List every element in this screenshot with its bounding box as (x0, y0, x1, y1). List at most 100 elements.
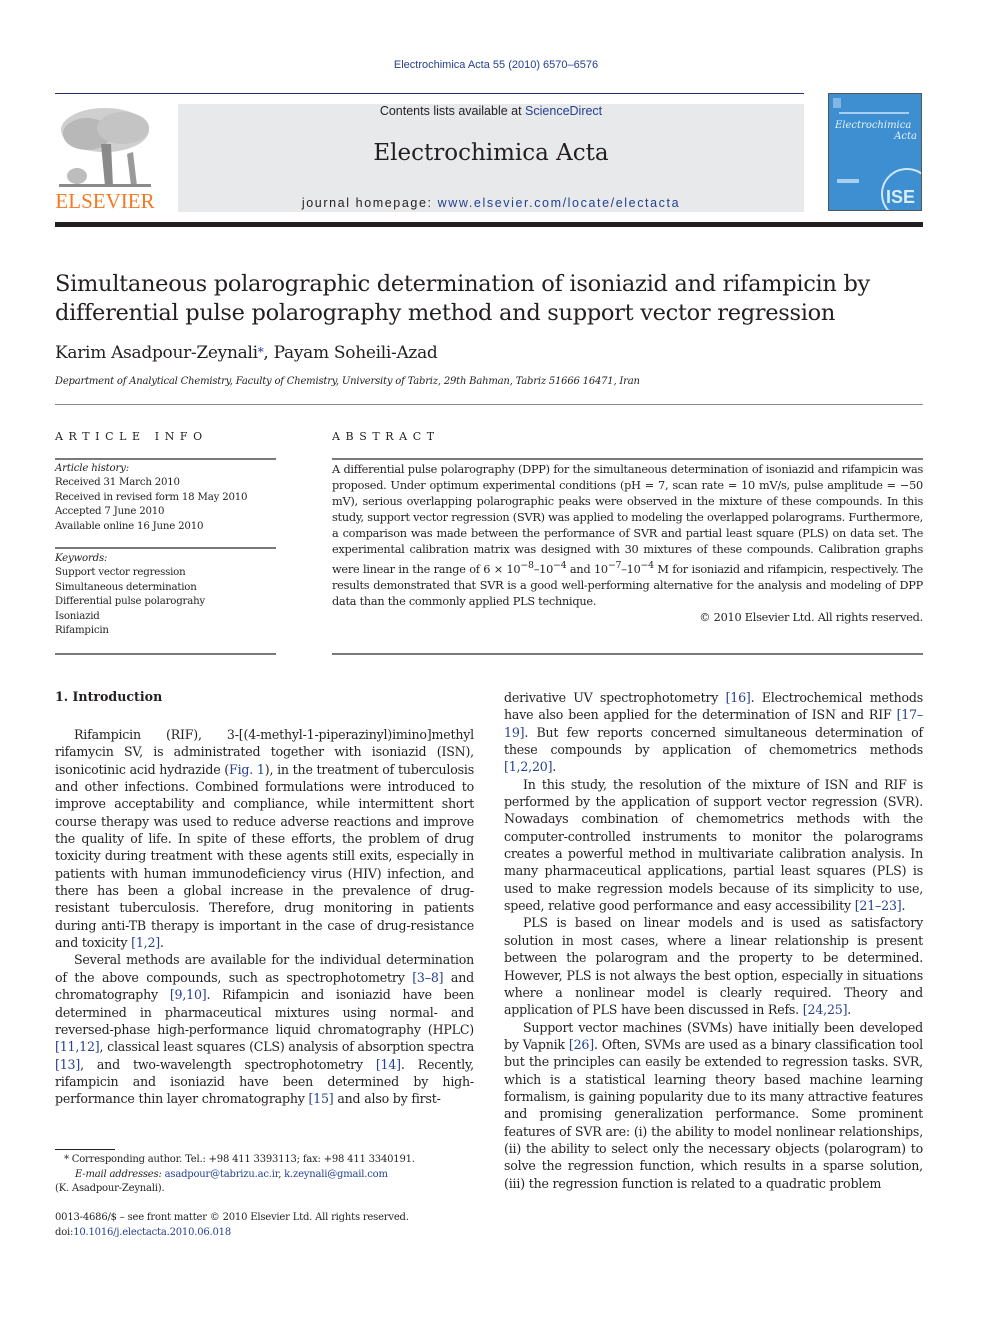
paragraph: In this study, the resolution of the mix… (504, 776, 923, 915)
exponent: −8 (520, 560, 534, 571)
author-separator: , (263, 343, 274, 363)
paragraph: Support vector machines (SVMs) have init… (504, 1019, 923, 1192)
paragraph: Several methods are available for the in… (55, 951, 474, 1107)
keyword-item: Simultaneous determination (55, 581, 197, 593)
citation-link[interactable]: [11,12] (55, 1039, 100, 1054)
paragraph-text: . (552, 759, 557, 775)
keyword-item: Isoniazid (55, 610, 100, 622)
journal-banner: Contents lists available at ScienceDirec… (178, 104, 804, 212)
abstract-text: –10 (621, 562, 641, 576)
body-column-right: derivative UV spectrophotometry [16]. El… (504, 689, 923, 1192)
abstract-rule-top (332, 458, 923, 460)
article-info-rule-top (55, 458, 276, 460)
cover-title-line1: Electrochimica (835, 120, 912, 131)
affiliation: Department of Analytical Chemistry, Facu… (55, 376, 640, 387)
issn-line: 0013-4686/$ – see front matter © 2010 El… (55, 1212, 409, 1223)
keyword-item: Rifampicin (55, 625, 109, 637)
citation-link[interactable]: [1,2] (131, 935, 160, 950)
citation-link[interactable]: [24,25] (803, 1002, 848, 1017)
citation-link[interactable]: [15] (308, 1091, 333, 1106)
paragraph-text: , and two-wavelength spectrophotometry (80, 1056, 376, 1072)
cover-imprint-mark (837, 179, 859, 183)
doi-label: doi: (55, 1226, 74, 1238)
article-title: Simultaneous polarographic determination… (55, 271, 870, 326)
author-list: Karim Asadpour-Zeynali*, Payam Soheili-A… (55, 343, 438, 363)
citation-link[interactable]: [9,10] (170, 987, 207, 1002)
cover-publisher-icon (833, 98, 841, 108)
paragraph-text: . (159, 935, 164, 951)
paragraph-text: . (901, 898, 906, 914)
homepage-prefix: journal homepage: (301, 196, 438, 210)
citation-link[interactable]: [1,2,20] (504, 759, 552, 774)
citation-link[interactable]: [3–8] (412, 970, 443, 985)
elsevier-logo[interactable]: ELSEVIER (55, 104, 155, 214)
history-accepted: Accepted 7 June 2010 (55, 506, 165, 518)
article-info-rule-bottom (55, 653, 276, 655)
elsevier-tree-icon (57, 104, 153, 190)
front-matter: 0013-4686/$ – see front matter © 2010 El… (55, 1211, 485, 1240)
citation-link[interactable]: [21–23] (855, 898, 902, 913)
doi-link[interactable]: 10.1016/j.electacta.2010.06.018 (73, 1227, 231, 1238)
title-divider (55, 404, 923, 405)
email-label: E-mail addresses: (75, 1168, 162, 1180)
paragraph-text: . (847, 1002, 852, 1018)
abstract-text: A differential pulse polarography (DPP) … (332, 463, 923, 576)
section-heading-introduction: 1. Introduction (55, 689, 163, 704)
paragraph-text: , classical least squares (CLS) analysis… (99, 1039, 474, 1055)
exponent: −7 (607, 560, 622, 571)
author-2[interactable]: Payam Soheili-Azad (274, 343, 438, 363)
history-revised: Received in revised form 18 May 2010 (55, 491, 248, 503)
abstract-copyright: © 2010 Elsevier Ltd. All rights reserved… (699, 610, 923, 624)
header-bottom-rule (55, 222, 923, 227)
citation-link[interactable]: [14] (376, 1057, 401, 1072)
journal-cover-image[interactable]: Electrochimica Acta ISE (828, 93, 922, 211)
article-info-heading: ARTICLE INFO (55, 430, 208, 443)
keyword-item: Support vector regression (55, 567, 186, 579)
abstract-text: and 10 (566, 562, 608, 576)
paragraph: derivative UV spectrophotometry [16]. El… (504, 689, 923, 776)
corresponding-author-footnote: * Corresponding author. Tel.: +98 411 33… (55, 1153, 485, 1197)
email-link-2[interactable]: k.zeynali@gmail.com (284, 1169, 388, 1180)
article-history: Article history: Received 31 March 2010 … (55, 462, 280, 534)
paragraph-text: PLS is based on linear models and is use… (504, 915, 923, 1018)
header-top-rule (55, 93, 804, 94)
keywords-label: Keywords: (55, 553, 108, 564)
doi-line: doi:10.1016/j.electacta.2010.06.018 (55, 1226, 485, 1241)
citation-link[interactable]: [16] (726, 690, 751, 705)
keywords: Keywords: Support vector regression Simu… (55, 552, 280, 638)
paragraph: PLS is based on linear models and is use… (504, 914, 923, 1018)
email-owner: (K. Asadpour-Zeynali). (55, 1183, 165, 1194)
article-info-rule-mid (55, 547, 276, 549)
article-history-label: Article history: (55, 463, 129, 474)
contents-line: Contents lists available at ScienceDirec… (178, 104, 804, 118)
citation-link[interactable]: [13] (55, 1057, 80, 1072)
footnote-rule (55, 1149, 115, 1150)
journal-citation-link[interactable]: Electrochimica Acta 55 (2010) 6570–6576 (0, 59, 992, 71)
body-column-left: Rifampicin (RIF), 3-[(4-methyl-1-piperaz… (55, 726, 474, 1108)
author-1[interactable]: Karim Asadpour-Zeynali (55, 343, 258, 363)
abstract-text: –10 (533, 562, 554, 576)
paragraph: Rifampicin (RIF), 3-[(4-methyl-1-piperaz… (55, 726, 474, 951)
paragraph-text: ), in the treatment of tuberculosis and … (55, 761, 474, 951)
exponent: −4 (640, 560, 655, 571)
history-online: Available online 16 June 2010 (55, 520, 204, 532)
paragraph-text: . Often, SVMs are used as a binary class… (504, 1036, 923, 1191)
abstract-rule-bottom (332, 653, 923, 655)
paragraph-text: . But few reports concerned simultaneous… (504, 724, 923, 758)
homepage-link[interactable]: www.elsevier.com/locate/electacta (438, 196, 680, 210)
elsevier-wordmark: ELSEVIER (55, 189, 155, 213)
email-line: E-mail addresses: asadpour@tabrizu.ac.ir… (55, 1168, 485, 1183)
email-link-1[interactable]: asadpour@tabrizu.ac.ir (165, 1169, 279, 1180)
abstract-heading: ABSTRACT (332, 430, 440, 443)
cover-subtitle-line (839, 112, 909, 114)
journal-homepage: journal homepage: www.elsevier.com/locat… (178, 196, 804, 210)
keyword-item: Differential pulse polarograhy (55, 596, 205, 608)
cover-title: Electrochimica Acta (835, 120, 917, 142)
figure-reference-link[interactable]: Fig. 1 (229, 762, 265, 777)
corresponding-author-mark[interactable]: * (258, 345, 264, 359)
corresponding-author-contact: * Corresponding author. Tel.: +98 411 33… (64, 1154, 415, 1165)
paragraph-text: derivative UV spectrophotometry (504, 690, 726, 705)
citation-link[interactable]: [26] (569, 1037, 594, 1052)
paragraph-text: and also by first- (333, 1091, 441, 1107)
sciencedirect-link[interactable]: ScienceDirect (525, 104, 602, 118)
